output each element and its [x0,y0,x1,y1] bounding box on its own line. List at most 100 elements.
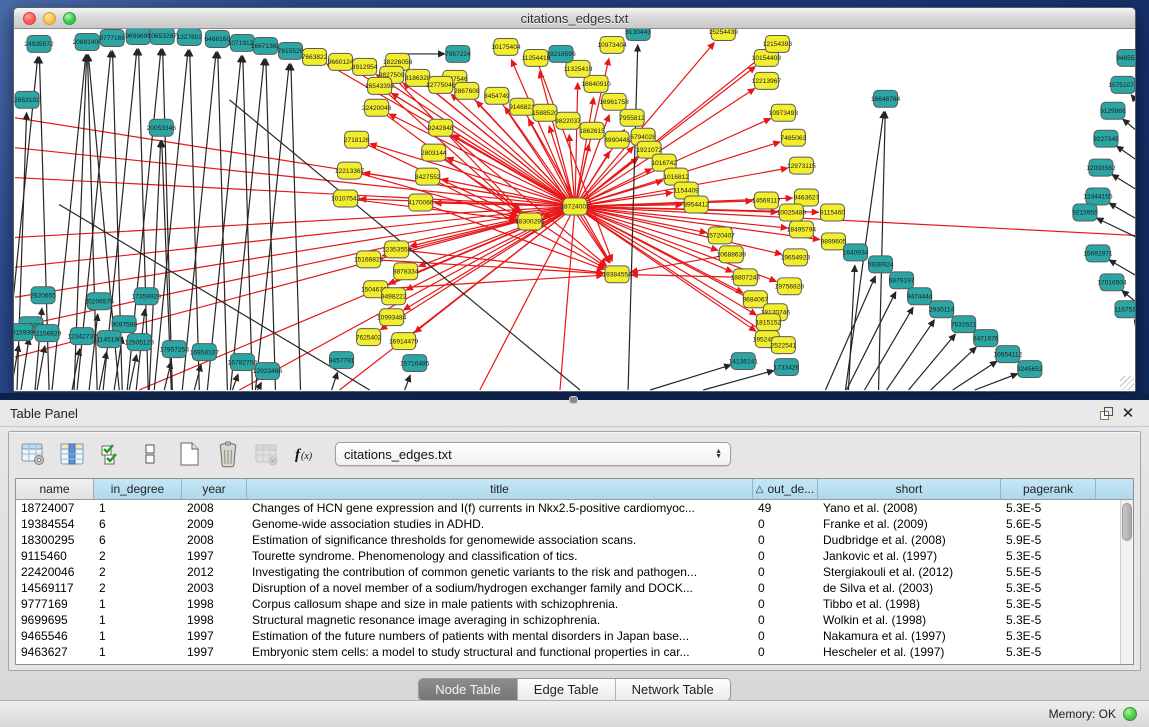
network-node[interactable]: 12353558 [382,241,412,258]
network-node[interactable]: 8878334 [393,263,419,280]
network-node[interactable]: 7625402 [356,329,382,346]
network-node[interactable]: 15751074 [1108,76,1135,93]
citation-network-graph[interactable]: 2493557220691406977716996996951065328713… [14,29,1135,391]
network-node[interactable]: 10653287 [148,29,178,44]
new-table-button[interactable] [175,440,203,468]
network-node[interactable]: 11325419 [564,60,593,77]
table-vertical-scrollbar[interactable] [1120,500,1133,664]
table-row[interactable]: 1938455462009Genome-wide association stu… [16,516,1120,532]
zoom-window-button[interactable] [63,12,76,25]
network-node[interactable]: 15716485 [400,355,430,372]
network-node[interactable]: 17957253 [160,341,190,358]
network-node[interactable]: 8130443 [625,29,651,40]
network-node[interactable]: 1815152 [756,314,782,331]
table-row[interactable]: 1830029562008Estimation of significance … [16,532,1120,548]
network-node[interactable]: 15692971 [1083,245,1113,262]
minimize-window-button[interactable] [43,12,56,25]
network-node[interactable]: 9227349 [1093,130,1119,147]
network-node[interactable]: 9463627 [794,189,820,206]
network-node[interactable]: 12213967 [752,72,782,89]
network-node[interactable]: 12213367 [335,162,365,179]
network-node[interactable]: 9097588 [111,316,137,333]
column-header-short[interactable]: short [818,479,1001,499]
network-node[interactable]: 18640910 [581,75,611,92]
network-node[interactable]: 1145190 [97,331,123,348]
network-window-titlebar[interactable]: citations_edges.txt [14,8,1135,29]
network-node[interactable]: 8427552 [415,168,441,185]
network-node[interactable]: 22420046 [362,99,392,116]
table-row[interactable]: 911546021997Tourette syndrome. Phenomeno… [16,548,1120,564]
network-node[interactable]: 9215955 [1072,204,1098,221]
network-node[interactable]: 9777169 [99,29,125,46]
network-node[interactable]: 19218596 [546,45,576,62]
network-node[interactable]: 18300295 [515,213,545,230]
network-node[interactable]: 10993484 [377,309,407,326]
network-node[interactable]: 7615526 [278,42,304,59]
network-node[interactable]: 16648784 [871,90,901,107]
network-node[interactable]: 19384554 [602,266,632,283]
network-node[interactable]: 3915939 [14,324,34,341]
network-node[interactable]: 12154393 [763,35,793,52]
network-node[interactable]: 10175404 [491,38,521,55]
network-node[interactable]: 8954412 [683,196,709,213]
column-header-in_degree[interactable]: in_degree [94,479,182,499]
network-node[interactable]: 15720407 [706,227,736,244]
tab-edge-table[interactable]: Edge Table [518,679,616,700]
table-row[interactable]: 946554611997Estimation of the future num… [16,628,1120,644]
network-node[interactable]: 19654923 [781,249,811,266]
network-node[interactable]: 7957224 [445,45,471,62]
network-node[interactable]: 7955812 [619,109,645,126]
network-node[interactable]: 16671368 [251,37,281,54]
table-row[interactable]: 1456911722003Disruption of a novel membe… [16,580,1120,596]
network-node[interactable]: 1167533 [1114,301,1135,318]
tab-network-table[interactable]: Network Table [616,679,730,700]
memory-status-indicator[interactable] [1123,707,1137,721]
network-node[interactable]: 8471676 [973,330,999,347]
table-selector-dropdown[interactable]: citations_edges.txt ▲▼ [335,442,731,466]
network-node[interactable]: 10107543 [331,190,361,207]
network-node[interactable]: 16914479 [389,333,419,350]
network-node[interactable]: 18807243 [731,269,761,286]
network-node[interactable]: 14569117 [752,192,781,209]
network-node[interactable]: 9899605 [821,233,847,250]
row-height-button[interactable] [136,440,164,468]
network-node[interactable]: 8990448 [604,131,630,148]
network-node[interactable]: 17016504 [1097,274,1127,291]
network-node[interactable]: 8454749 [484,87,510,104]
network-node[interactable]: 19756928 [775,278,805,295]
close-window-button[interactable] [23,12,36,25]
network-node[interactable]: 1640934 [843,244,869,261]
table-row[interactable]: 969969511998Structural magnetic resonanc… [16,612,1120,628]
network-node[interactable]: 15166825 [354,251,384,268]
network-node[interactable]: 12973115 [787,157,816,174]
network-node[interactable]: 16961758 [599,93,629,110]
network-node[interactable]: 18495794 [787,221,817,238]
network-node[interactable]: 2620655 [30,287,56,304]
network-node[interactable]: 9660124 [328,53,354,70]
network-node[interactable]: 5938924 [868,256,894,273]
float-panel-button[interactable] [1095,403,1117,423]
network-node[interactable]: 12775046 [426,76,456,93]
scrollbar-thumb[interactable] [1122,503,1132,541]
network-node[interactable]: 9474444 [907,288,933,305]
network-node[interactable]: 2867608 [454,82,480,99]
network-node[interactable]: 9457791 [329,352,355,369]
network-node-hub[interactable]: 18724007 [560,198,590,215]
network-window[interactable]: citations_edges.txt 24935572206914069777… [13,7,1136,392]
network-node[interactable]: 1327602 [176,29,202,45]
network-node[interactable]: 6466160 [205,30,231,47]
network-node[interactable]: 6879197 [889,272,915,289]
table-row[interactable]: 977716911998Corpus callosum shape and si… [16,596,1120,612]
network-node[interactable]: 10025488 [777,204,807,221]
network-node[interactable]: 2803144 [421,144,447,161]
network-node[interactable]: 7485063 [781,129,807,146]
network-node[interactable]: 4170066 [408,194,434,211]
network-node[interactable]: 1862615 [579,122,605,139]
window-resize-grip[interactable] [1120,376,1134,390]
network-node[interactable]: 15254439 [709,29,739,40]
network-node[interactable]: 12444155 [1083,188,1113,205]
network-node[interactable]: 11156829 [33,325,62,342]
function-builder-button[interactable]: f(x) [292,440,320,468]
show-column-button[interactable] [58,440,86,468]
close-panel-button[interactable]: ✕ [1117,403,1139,423]
